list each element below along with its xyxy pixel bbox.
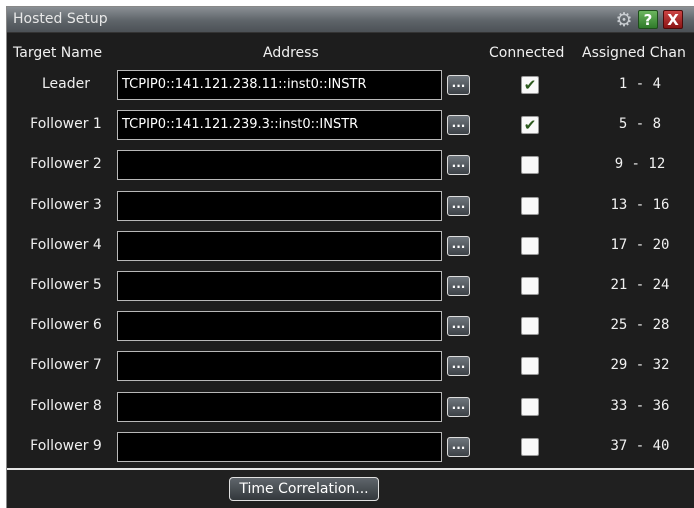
target-name-label: Follower 4 <box>30 236 102 253</box>
address-field[interactable] <box>117 311 442 342</box>
connected-checkbox[interactable] <box>521 437 539 456</box>
table-row: Follower 4... 17 - 20 <box>7 227 694 267</box>
address-field[interactable] <box>117 351 442 382</box>
footer: Time Correlation... <box>7 470 694 508</box>
address-field[interactable] <box>117 431 442 462</box>
connected-checkbox[interactable] <box>521 317 539 336</box>
table-row: Follower 8... 33 - 36 <box>7 388 694 428</box>
assigned-channels-value: 33 - 36 <box>610 397 670 414</box>
browse-button[interactable]: ... <box>447 276 470 296</box>
hosted-setup-window: Hosted Setup ⚙ ? X Target Name Address C… <box>6 6 694 508</box>
target-name-label: Follower 6 <box>30 317 102 334</box>
window-title: Hosted Setup <box>13 11 108 27</box>
browse-button[interactable]: ... <box>447 436 470 457</box>
target-name-label: Follower 8 <box>30 397 102 414</box>
target-name-label: Follower 2 <box>30 156 102 173</box>
connected-checkbox[interactable] <box>521 397 539 416</box>
target-name-label: Leader <box>41 76 90 92</box>
table-row: Follower 3... 13 - 16 <box>7 187 694 227</box>
browse-button[interactable]: ... <box>447 356 470 377</box>
table-row: Follower 7... 29 - 32 <box>7 347 694 387</box>
address-field[interactable]: TCPIP0::141.121.238.11::inst0::INSTR <box>117 70 442 100</box>
connected-checkbox[interactable] <box>521 277 539 295</box>
browse-button[interactable]: ... <box>447 75 470 95</box>
table-row: Follower 6... 25 - 28 <box>7 307 694 347</box>
header-connected: Connected <box>489 45 565 61</box>
assigned-channels-value: 13 - 16 <box>610 196 670 213</box>
table-row: Follower 5... 21 - 24 <box>7 267 694 307</box>
target-name-label: Follower 5 <box>30 277 102 293</box>
browse-button[interactable]: ... <box>447 316 470 337</box>
title-bar: Hosted Setup ⚙ ? X <box>7 7 694 33</box>
connected-checkbox[interactable] <box>521 357 539 376</box>
header-assigned-channels: Assigned Chan <box>582 45 686 61</box>
close-icon[interactable]: X <box>663 10 683 29</box>
connected-checkbox[interactable] <box>521 196 539 215</box>
target-name-label: Follower 9 <box>30 437 102 454</box>
gear-icon[interactable]: ⚙ <box>614 9 634 31</box>
address-field[interactable] <box>117 230 442 261</box>
address-field[interactable] <box>117 271 442 301</box>
assigned-channels-value: 29 - 32 <box>610 357 670 374</box>
connected-checkbox[interactable]: ✔ <box>521 76 539 94</box>
table-row: Follower 2... 9 - 12 <box>7 146 694 186</box>
browse-button[interactable]: ... <box>447 155 470 176</box>
target-name-label: Follower 3 <box>30 196 102 213</box>
assigned-channels-value: 5 - 8 <box>618 116 662 133</box>
table-row: Follower 1 TCPIP0::141.121.239.3::inst0::… <box>7 106 694 146</box>
address-field[interactable] <box>117 391 442 422</box>
target-name-label: Follower 1 <box>30 116 102 133</box>
header-target-name: Target Name <box>13 45 103 61</box>
connected-checkbox[interactable]: ✔ <box>521 116 539 135</box>
time-correlation-button[interactable]: Time Correlation... <box>229 477 379 501</box>
assigned-channels-value: 21 - 24 <box>610 277 670 293</box>
table-row: Follower 9... 37 - 40 <box>7 428 694 468</box>
connected-checkbox[interactable] <box>521 236 539 255</box>
address-field[interactable] <box>117 190 442 221</box>
help-icon[interactable]: ? <box>638 10 658 29</box>
header-address: Address <box>263 45 319 61</box>
browse-button[interactable]: ... <box>447 115 470 136</box>
target-name-label: Follower 7 <box>30 357 102 374</box>
assigned-channels-value: 37 - 40 <box>610 437 670 454</box>
assigned-channels-value: 1 - 4 <box>618 76 662 92</box>
table-row: Leader TCPIP0::141.121.238.11::inst0::INS… <box>7 66 694 106</box>
address-field[interactable] <box>117 150 442 181</box>
browse-button[interactable]: ... <box>447 396 470 417</box>
browse-button[interactable]: ... <box>447 235 470 256</box>
connected-checkbox[interactable] <box>521 156 539 175</box>
address-field[interactable]: TCPIP0::141.121.239.3::inst0::INSTR <box>117 110 442 141</box>
assigned-channels-value: 9 - 12 <box>614 156 666 173</box>
assigned-channels-value: 17 - 20 <box>610 236 670 253</box>
browse-button[interactable]: ... <box>447 195 470 216</box>
assigned-channels-value: 25 - 28 <box>610 317 670 334</box>
